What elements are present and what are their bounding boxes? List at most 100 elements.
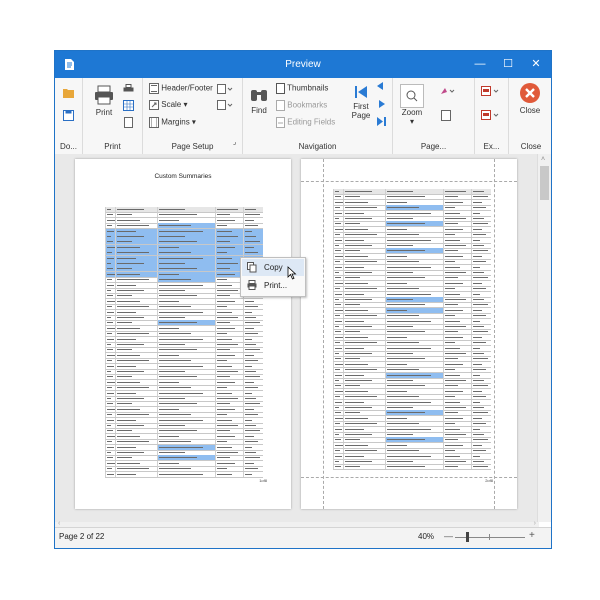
print-options-icon[interactable] xyxy=(123,100,134,111)
table-cell xyxy=(157,374,216,380)
table-cell xyxy=(471,189,492,194)
table-cell xyxy=(471,410,492,416)
table-cell xyxy=(157,358,216,364)
header-footer-icon xyxy=(149,83,159,94)
table-cell xyxy=(343,307,386,313)
margins-icon xyxy=(149,117,159,128)
previous-page-icon[interactable] xyxy=(377,82,384,90)
scroll-up-icon[interactable]: ˄ xyxy=(541,156,545,163)
bookmarks-button[interactable]: Bookmarks xyxy=(276,100,327,111)
table-cell xyxy=(243,396,264,401)
close-circle-icon xyxy=(520,83,540,103)
close-preview-button[interactable]: Close xyxy=(515,82,545,115)
orientation-icon[interactable] xyxy=(217,84,235,94)
table-cell xyxy=(157,439,216,445)
scroll-left-icon[interactable]: ‹ xyxy=(58,520,60,527)
table-cell xyxy=(343,367,386,373)
table-cell xyxy=(443,248,472,254)
export-icon[interactable] xyxy=(481,86,501,96)
table-cell xyxy=(471,442,492,448)
first-page-button[interactable]: First Page xyxy=(349,84,373,120)
thumbnails-icon xyxy=(276,83,285,94)
scroll-right-icon[interactable]: › xyxy=(534,520,536,527)
table-cell xyxy=(115,347,158,353)
editing-fields-button[interactable]: Editing Fields xyxy=(276,117,335,128)
table-cell xyxy=(243,450,264,455)
table-cell xyxy=(385,205,444,211)
table-cell xyxy=(215,325,244,331)
context-menu: Copy Print... xyxy=(240,257,306,297)
scale-button[interactable]: Scale ▾ xyxy=(149,100,188,110)
table-cell xyxy=(443,307,472,313)
table-cell xyxy=(471,356,492,362)
table-cell xyxy=(443,226,472,232)
table-cell xyxy=(385,399,444,405)
next-page-icon[interactable] xyxy=(379,100,386,108)
table-cell xyxy=(157,460,216,466)
open-folder-icon[interactable] xyxy=(63,88,75,98)
table-cell xyxy=(243,342,264,347)
table-cell xyxy=(443,210,472,216)
thumbnails-button[interactable]: Thumbnails xyxy=(276,83,328,94)
table-cell xyxy=(115,466,158,472)
zoom-slider-thumb[interactable] xyxy=(466,532,469,542)
page-options-icon[interactable] xyxy=(124,117,133,128)
table-cell xyxy=(243,428,264,434)
vertical-scroll-thumb[interactable] xyxy=(540,166,549,200)
table-cell xyxy=(443,432,472,437)
table-cell xyxy=(243,439,264,445)
table-cell xyxy=(157,234,216,239)
maximize-button[interactable]: ☐ xyxy=(495,55,521,74)
table-cell xyxy=(385,237,444,243)
quick-print-icon[interactable] xyxy=(123,84,134,94)
page-size-icon[interactable] xyxy=(217,100,235,110)
table-cell xyxy=(385,388,444,394)
table-cell xyxy=(115,460,158,466)
page-number: 1of8 xyxy=(259,478,267,483)
chevron-down-icon: ▾ xyxy=(183,100,188,110)
zoom-button[interactable]: Zoom ▾ xyxy=(397,84,427,126)
table-cell xyxy=(385,275,444,281)
table-cell xyxy=(471,194,492,200)
editing-fields-icon xyxy=(276,117,285,128)
vertical-scrollbar[interactable]: ˄ xyxy=(537,154,551,522)
table-cell xyxy=(243,412,264,418)
table-cell xyxy=(157,444,216,450)
last-page-icon[interactable] xyxy=(377,117,387,126)
title-bar: Preview — ☐ ✕ xyxy=(55,51,551,78)
table-cell xyxy=(157,401,216,407)
table-cell xyxy=(471,270,492,275)
table-cell xyxy=(385,453,444,459)
page-info: Page 2 of 22 xyxy=(59,532,105,541)
table-cell xyxy=(443,367,472,373)
send-icon[interactable] xyxy=(481,110,501,120)
table-cell xyxy=(343,459,386,464)
zoom-out-button[interactable]: — xyxy=(444,531,453,541)
table-cell xyxy=(215,347,244,353)
table-cell xyxy=(115,417,158,423)
table-cell xyxy=(385,351,444,356)
table-cell xyxy=(471,437,492,443)
table-cell xyxy=(443,410,472,416)
document-view[interactable]: Custom Summaries 1of8 2of8 xyxy=(55,154,539,522)
watermark-icon[interactable] xyxy=(441,110,451,121)
close-window-button[interactable]: ✕ xyxy=(523,55,549,74)
table-cell xyxy=(343,340,386,346)
zoom-in-button[interactable]: + xyxy=(529,530,535,541)
table-cell xyxy=(115,444,158,450)
table-cell xyxy=(343,399,386,405)
table-cell xyxy=(343,442,386,448)
table-cell xyxy=(385,189,444,194)
document-group: Do... xyxy=(55,78,83,154)
table-cell xyxy=(243,466,264,472)
table-cell xyxy=(443,253,472,259)
find-button[interactable]: Find xyxy=(248,84,270,115)
table-cell xyxy=(471,340,492,346)
table-cell xyxy=(471,199,492,205)
margins-button[interactable]: Margins ▾ xyxy=(149,117,196,128)
page-color-icon[interactable] xyxy=(439,86,455,96)
header-footer-button[interactable]: Header/Footer xyxy=(149,83,213,94)
print-button[interactable]: Print xyxy=(91,84,117,117)
minimize-button[interactable]: — xyxy=(467,55,493,74)
save-icon[interactable] xyxy=(63,110,74,121)
